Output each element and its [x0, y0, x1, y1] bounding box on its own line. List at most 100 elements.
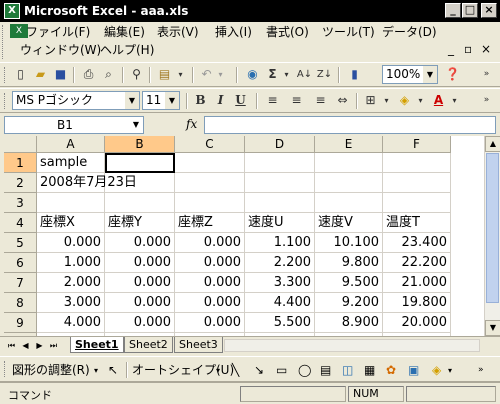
row-header[interactable]: 7 — [4, 273, 37, 293]
cell[interactable]: 21.000 — [383, 273, 451, 293]
next-sheet-icon[interactable]: ▶ — [34, 339, 45, 352]
doc-minimize-button[interactable]: _ — [448, 42, 454, 56]
column-header[interactable]: A — [37, 136, 105, 153]
bold-button[interactable]: B — [192, 92, 209, 109]
row-header[interactable]: 2 — [4, 173, 37, 193]
cell[interactable] — [315, 173, 383, 193]
menu-tools[interactable]: ツール(T) — [320, 24, 377, 40]
title-bar[interactable]: X Microsoft Excel - aaa.xls _ □ × — [0, 0, 500, 22]
rectangle-icon[interactable]: ▭ — [276, 362, 287, 378]
menu-help[interactable]: ヘルプ(H) — [98, 42, 156, 58]
cell[interactable]: 1.000 — [37, 253, 105, 273]
cell[interactable]: 19.800 — [383, 293, 451, 313]
toolbar-options-icon[interactable]: » — [478, 66, 495, 83]
research-icon[interactable]: ⚲ — [128, 66, 145, 83]
menu-format[interactable]: 書式(O) — [264, 24, 311, 40]
cell[interactable] — [37, 193, 105, 213]
font-size-select[interactable]: 11 ▼ — [142, 91, 180, 110]
cell[interactable]: 22.200 — [383, 253, 451, 273]
column-header[interactable]: B — [105, 136, 175, 153]
cell[interactable] — [175, 173, 245, 193]
first-sheet-icon[interactable]: ⏮ — [6, 339, 17, 352]
close-button[interactable]: × — [481, 3, 497, 18]
paste-dropdown-icon[interactable]: ▾ — [172, 66, 189, 83]
new-icon[interactable]: ▯ — [12, 66, 29, 83]
cell[interactable]: 0.000 — [105, 313, 175, 333]
menu-file[interactable]: ファイル(F) — [24, 24, 92, 40]
cell[interactable]: 0.000 — [105, 293, 175, 313]
cell[interactable] — [245, 153, 315, 173]
chevron-down-icon[interactable]: ▼ — [165, 92, 179, 109]
cell[interactable]: 0.000 — [105, 273, 175, 293]
menu-data[interactable]: データ(D) — [380, 24, 439, 40]
diagram-icon[interactable]: ▦ — [364, 362, 375, 378]
cell[interactable]: 4.000 — [37, 313, 105, 333]
wordart-icon[interactable]: ◫ — [342, 362, 353, 378]
cell[interactable]: 2008年7月23日 — [37, 173, 137, 193]
chevron-down-icon[interactable]: ▼ — [133, 117, 139, 133]
fill-color-dropdown-icon[interactable]: ▾ — [412, 92, 429, 109]
underline-button[interactable]: U — [232, 92, 249, 109]
hyperlink-icon[interactable]: ◉ — [244, 66, 261, 83]
cell[interactable]: 1.100 — [245, 233, 315, 253]
excel-icon[interactable]: X — [4, 3, 20, 19]
cell[interactable]: 0.000 — [175, 253, 245, 273]
align-center-icon[interactable]: ≡ — [288, 92, 305, 109]
chevron-down-icon[interactable]: ▾ — [94, 363, 98, 379]
cell[interactable]: 0.000 — [105, 253, 175, 273]
print-preview-icon[interactable]: ⌕ — [100, 66, 117, 83]
shape-adjust-menu[interactable]: 図形の調整(R) — [12, 362, 90, 378]
cell[interactable]: 0.000 — [175, 313, 245, 333]
cell[interactable] — [175, 153, 245, 173]
row-header[interactable]: 9 — [4, 313, 37, 333]
active-cell[interactable] — [105, 153, 175, 173]
cell[interactable] — [383, 153, 451, 173]
cell[interactable]: 速度V — [315, 213, 383, 233]
cell[interactable]: 8.900 — [315, 313, 383, 333]
menu-grip[interactable] — [2, 25, 6, 59]
tab-sheet2[interactable]: Sheet2 — [124, 337, 173, 353]
name-box[interactable]: B1 ▼ — [4, 116, 144, 134]
toolbar-grip[interactable] — [4, 361, 8, 377]
scroll-down-icon[interactable]: ▼ — [485, 320, 500, 336]
undo-dropdown-icon[interactable]: ▾ — [212, 66, 229, 83]
open-folder-icon[interactable]: ▰ — [32, 66, 49, 83]
oval-icon[interactable]: ◯ — [298, 362, 311, 378]
picture-icon[interactable]: ▣ — [408, 362, 419, 378]
sort-descending-icon[interactable]: Z↓ — [316, 66, 333, 83]
maximize-button[interactable]: □ — [462, 3, 478, 18]
cell[interactable] — [383, 173, 451, 193]
menu-edit[interactable]: 編集(E) — [102, 24, 147, 40]
cell[interactable]: 5.500 — [245, 313, 315, 333]
cell[interactable]: 0.000 — [175, 273, 245, 293]
chevron-down-icon[interactable]: ▾ — [216, 363, 220, 379]
doc-close-button[interactable]: × — [481, 42, 491, 56]
cell[interactable] — [175, 193, 245, 213]
fx-icon[interactable]: fx — [186, 117, 197, 131]
tab-sheet3[interactable]: Sheet3 — [174, 337, 223, 353]
cell[interactable]: 9.200 — [315, 293, 383, 313]
formula-input[interactable] — [204, 116, 496, 134]
paste-icon[interactable]: ▤ — [156, 66, 173, 83]
align-right-icon[interactable]: ≡ — [312, 92, 329, 109]
cell[interactable]: 9.500 — [315, 273, 383, 293]
row-header[interactable]: 3 — [4, 193, 37, 213]
align-left-icon[interactable]: ≡ — [264, 92, 281, 109]
last-sheet-icon[interactable]: ⏭ — [48, 339, 59, 352]
cell[interactable]: 20.000 — [383, 313, 451, 333]
menu-view[interactable]: 表示(V) — [155, 24, 201, 40]
font-color-icon[interactable]: A — [430, 92, 447, 109]
cell[interactable]: 3.000 — [37, 293, 105, 313]
merge-center-icon[interactable]: ⇔ — [334, 92, 351, 109]
cell[interactable] — [315, 193, 383, 213]
scroll-thumb[interactable] — [486, 153, 499, 303]
zoom-select[interactable]: 100% ▼ — [382, 65, 438, 84]
cell[interactable]: 0.000 — [37, 233, 105, 253]
menu-insert[interactable]: 挿入(I) — [213, 24, 254, 40]
row-header[interactable]: 5 — [4, 233, 37, 253]
doc-restore-button[interactable]: ▫ — [464, 42, 472, 56]
cell[interactable]: 0.000 — [175, 293, 245, 313]
select-all-corner[interactable] — [4, 136, 37, 153]
cell[interactable]: 9.800 — [315, 253, 383, 273]
cell[interactable]: 3.300 — [245, 273, 315, 293]
